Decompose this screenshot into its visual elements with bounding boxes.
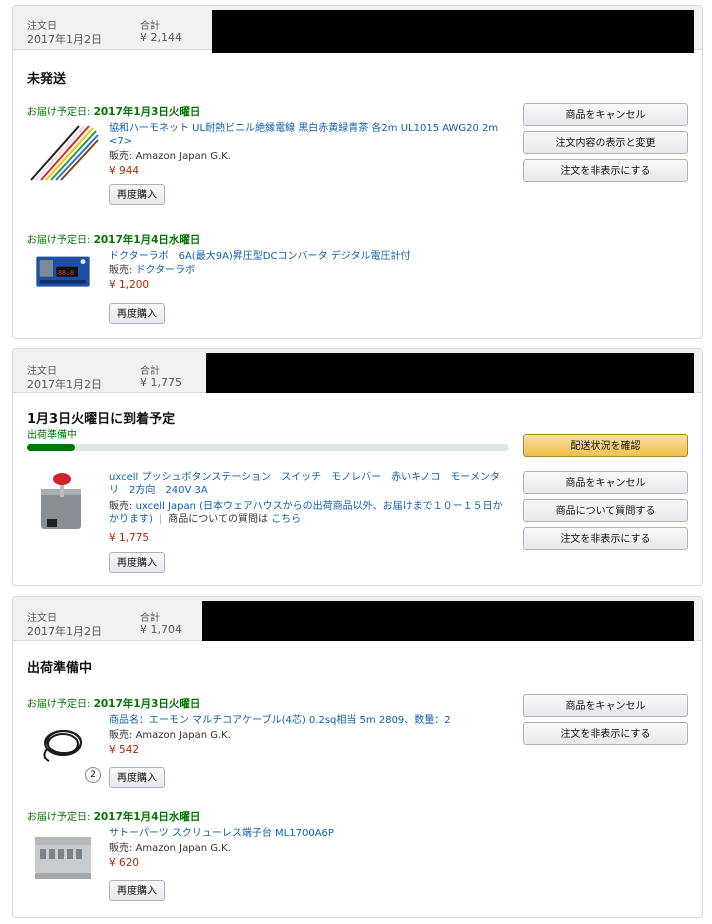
shipping-status-text: 出荷準備中: [27, 430, 77, 441]
product-title-link[interactable]: 商品名：エーモン マルチコアケーブル(4芯) 0.2sq相当 5m 2809、数…: [109, 714, 451, 727]
product-title-link[interactable]: 協和ハーモネット UL耐熱ビニル絶縁電線 黒白赤黄緑青茶 各2m UL1015 …: [109, 122, 498, 148]
item-price: ¥ 620: [109, 857, 140, 869]
buy-again-button[interactable]: 再度購入: [109, 184, 165, 205]
shipment-progress-fill: [27, 444, 76, 451]
hide-order-button[interactable]: 注文を非表示にする: [523, 722, 688, 745]
cable-coil-image[interactable]: [27, 713, 99, 773]
delivery-date: お届け予定日: 2017年1月4日水曜日: [27, 234, 201, 246]
order-header: 注文日 2017年1月2日 合計 ¥ 2,144: [13, 6, 702, 53]
shipment-status-title: 1月3日火曜日に到着予定: [27, 412, 176, 427]
hide-order-button[interactable]: 注文を非表示にする: [523, 527, 688, 550]
order-date-value: 2017年1月2日: [27, 33, 102, 46]
shipment-status-title: 未発送: [27, 72, 67, 87]
item-price: ¥ 1,200: [109, 279, 150, 291]
product-title-link[interactable]: ドクターラボ 6A(最大9A)昇圧型DCコンバータ デジタル電圧計付: [109, 250, 410, 263]
seller-info: 販売: ドクターラボ: [109, 265, 196, 276]
redacted-block: [202, 601, 694, 641]
push-button-station-image[interactable]: [27, 469, 99, 535]
buy-again-button[interactable]: 再度購入: [109, 552, 165, 573]
product-title-link[interactable]: サトーパーツ スクリューレス端子台 ML1700A6P: [109, 827, 334, 840]
cancel-item-button[interactable]: 商品をキャンセル: [523, 103, 688, 126]
shipment-status-title: 出荷準備中: [27, 661, 93, 676]
order-card: 注文日 2017年1月2日 合計 ¥ 1,704 出荷準備中 商品をキャンセル …: [12, 596, 703, 918]
ask-question-button[interactable]: 商品について質問する: [523, 499, 688, 522]
order-total-value: ¥ 1,704: [140, 623, 182, 636]
seller-info: 販売: uxcell Japan (日本ウェアハウスからの出荷商品以外、お届けま…: [109, 501, 503, 525]
order-header: 注文日 2017年1月2日 合計 ¥ 1,775: [13, 349, 702, 393]
order-card: 注文日 2017年1月2日 合計 ¥ 2,144 未発送 商品をキャンセル 注文…: [12, 5, 703, 339]
separator: |: [158, 514, 163, 525]
order-header: 注文日 2017年1月2日 合計 ¥ 1,704: [13, 597, 702, 641]
order-total-value: ¥ 2,144: [140, 31, 182, 44]
delivery-date: お届け予定日: 2017年1月3日火曜日: [27, 106, 201, 118]
order-total-value: ¥ 1,775: [140, 376, 182, 389]
order-date-label: 注文日: [27, 366, 57, 377]
seller-info: 販売: Amazon Japan G.K.: [109, 843, 231, 854]
redacted-block: [206, 353, 694, 393]
redacted-block: [212, 10, 694, 53]
seller-info: 販売: Amazon Japan G.K.: [109, 730, 231, 741]
item-price: ¥ 1,775: [109, 532, 150, 544]
svg-text:88.8: 88.8: [58, 269, 74, 277]
order-date-value: 2017年1月2日: [27, 625, 102, 638]
delivery-date: お届け予定日: 2017年1月4日水曜日: [27, 811, 201, 823]
order-date-label: 注文日: [27, 21, 57, 32]
item-price: ¥ 542: [109, 744, 140, 756]
product-title-link[interactable]: uxcell プッシュボタンステーション スイッチ モノレバー 赤いキノコ モー…: [109, 471, 500, 497]
hide-order-button[interactable]: 注文を非表示にする: [523, 159, 688, 182]
track-package-button[interactable]: 配送状況を確認: [523, 434, 688, 457]
item-price: ¥ 944: [109, 165, 140, 177]
cancel-item-button[interactable]: 商品をキャンセル: [523, 471, 688, 494]
seller-link[interactable]: uxcell Japan (日本ウェアハウスからの出荷商品以外、お届けまで１０ー…: [136, 501, 503, 512]
buy-again-button[interactable]: 再度購入: [109, 880, 165, 901]
order-date-label: 注文日: [27, 613, 57, 624]
cancel-item-button[interactable]: 商品をキャンセル: [523, 694, 688, 717]
order-total-label: 合計: [140, 21, 160, 32]
delivery-date: お届け予定日: 2017年1月3日火曜日: [27, 698, 201, 710]
dc-converter-board-image[interactable]: 88.8: [27, 250, 99, 300]
shipment-progress-bar: [27, 444, 509, 451]
terminal-block-image[interactable]: [27, 827, 99, 887]
quantity-badge: 2: [85, 767, 101, 783]
buy-again-button[interactable]: 再度購入: [109, 767, 165, 788]
buy-again-button[interactable]: 再度購入: [109, 303, 165, 324]
order-total-label: 合計: [140, 613, 160, 624]
seller-link[interactable]: ドクターラボ: [136, 265, 196, 276]
seller-info: 販売: Amazon Japan G.K.: [109, 151, 231, 162]
colored-wires-image[interactable]: [27, 122, 99, 182]
question-link[interactable]: こちら: [271, 514, 301, 525]
order-card: 注文日 2017年1月2日 合計 ¥ 1,775 1月3日火曜日に到着予定 出荷…: [12, 348, 703, 586]
order-total-label: 合計: [140, 366, 160, 377]
order-date-value: 2017年1月2日: [27, 378, 102, 391]
view-edit-order-button[interactable]: 注文内容の表示と変更: [523, 131, 688, 154]
